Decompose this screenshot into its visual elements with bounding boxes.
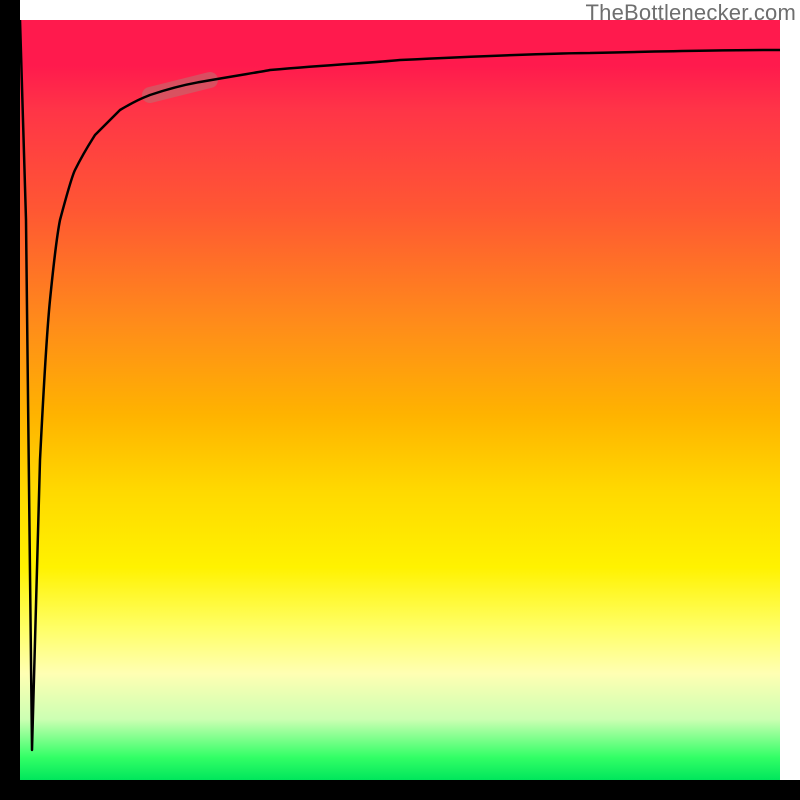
bottleneck-curve: [20, 20, 780, 750]
y-axis: [0, 0, 20, 780]
x-axis: [0, 780, 800, 800]
chart-stage: TheBottlenecker.com: [0, 0, 800, 800]
curve-layer: [20, 20, 780, 780]
watermark-text: TheBottlenecker.com: [586, 0, 796, 26]
